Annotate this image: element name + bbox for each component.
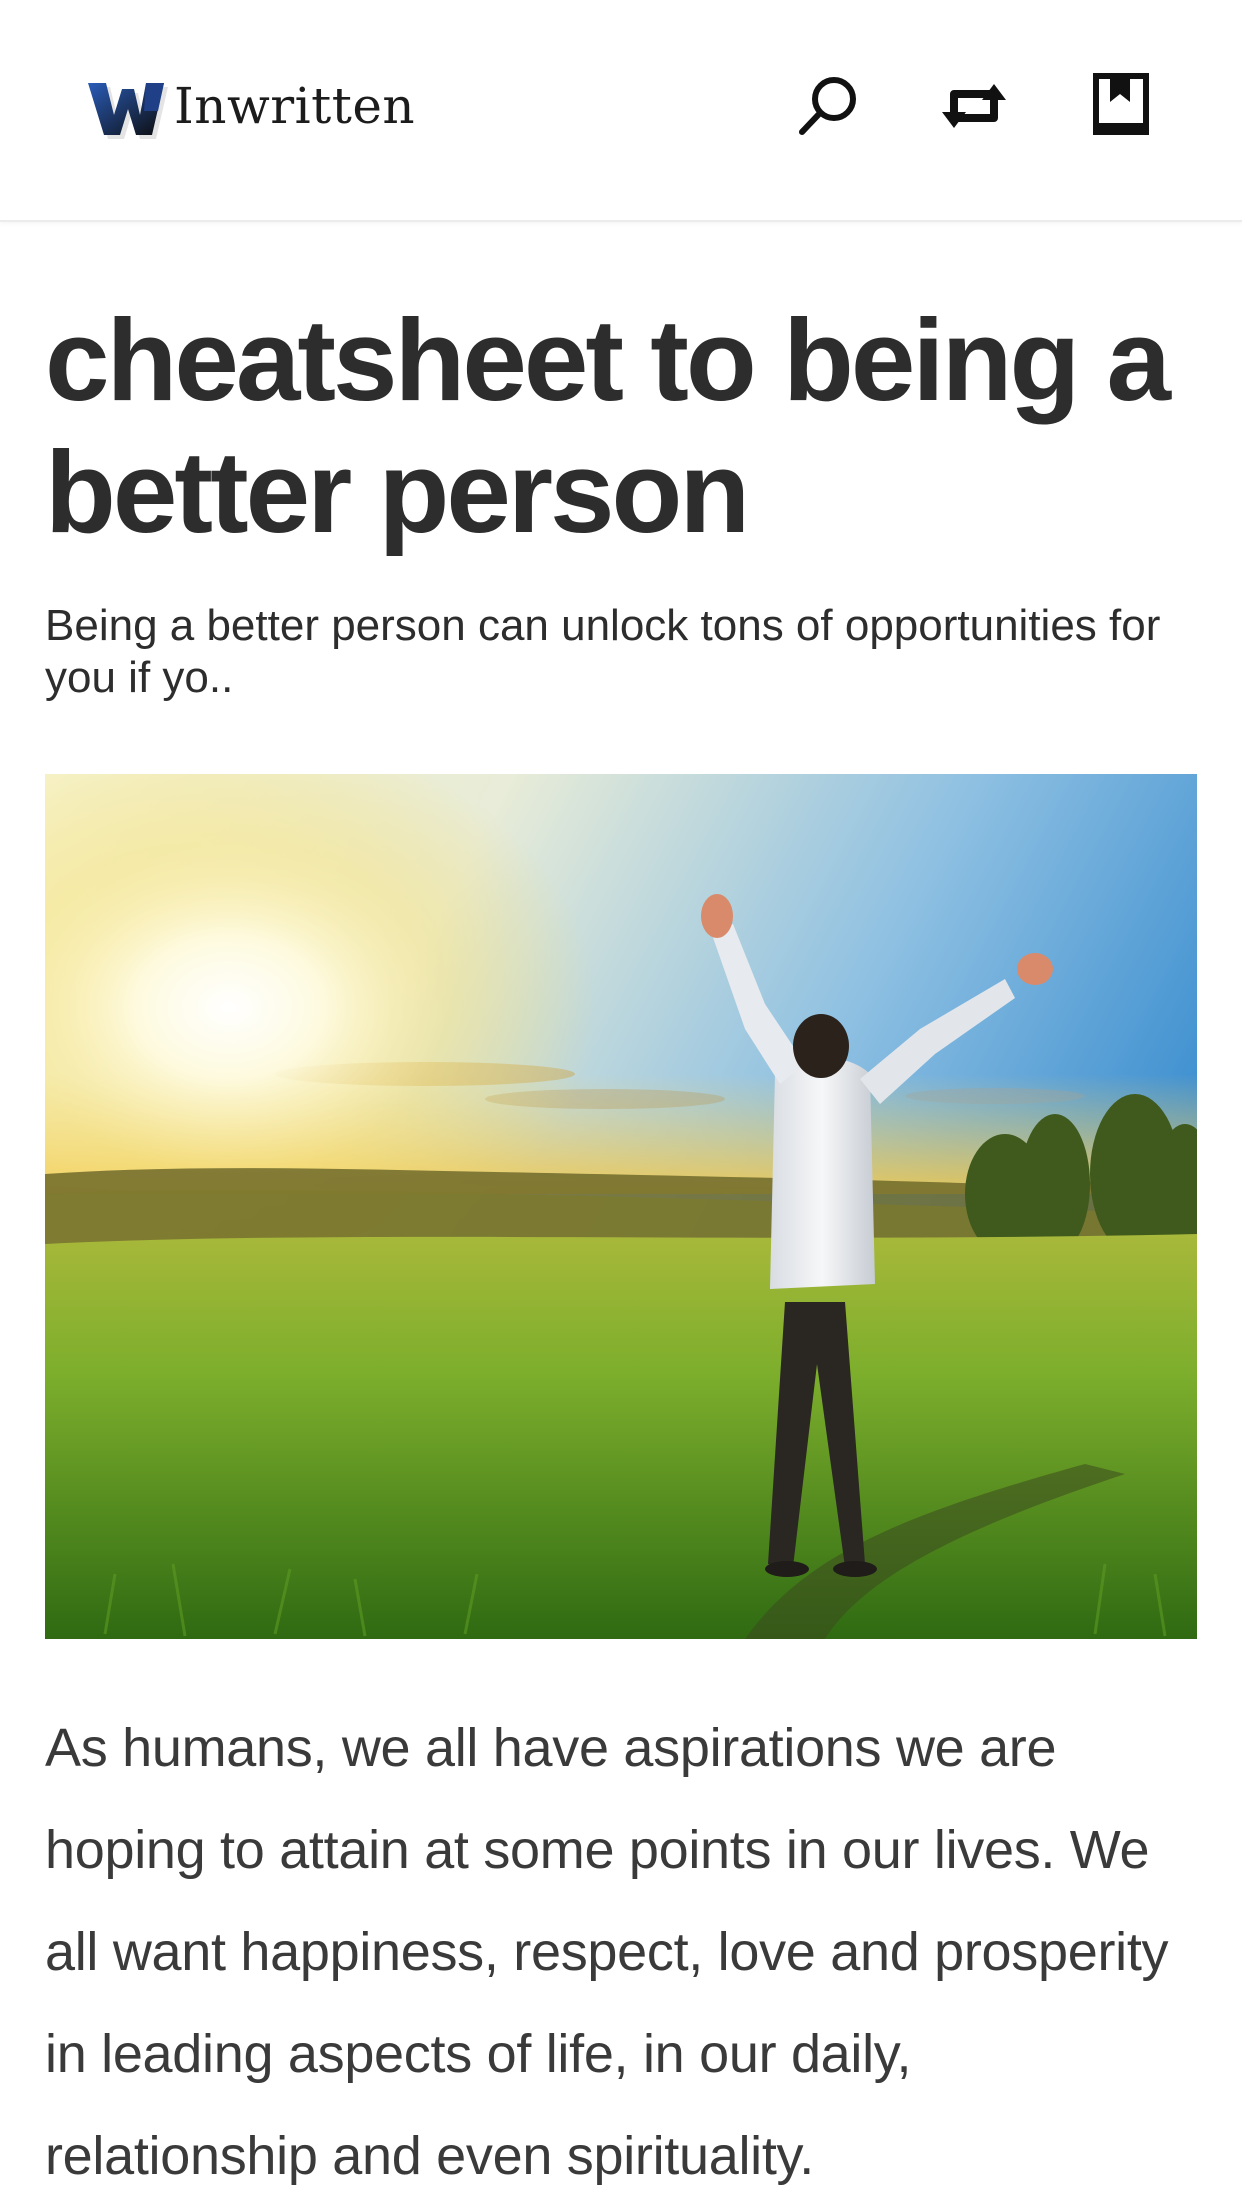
brand-logo[interactable]: Inwritten: [84, 70, 415, 142]
hero-illustration: [45, 774, 1197, 1639]
article-title: cheatsheet to being a better person: [45, 295, 1171, 557]
article-summary: Being a better person can unlock tons of…: [45, 601, 1161, 702]
search-button[interactable]: [788, 66, 868, 146]
article-body: As humans, we all have aspirations we ar…: [45, 1718, 1169, 2186]
article: cheatsheet to being a better person Bein…: [45, 222, 1197, 2207]
search-icon: [799, 77, 856, 135]
logo-mark-icon: [88, 83, 168, 139]
bookmark-icon: [1093, 73, 1149, 135]
refresh-icon: [942, 84, 1006, 128]
hero-image: [45, 774, 1197, 1639]
refresh-button[interactable]: [934, 66, 1014, 146]
bookmark-button[interactable]: [1082, 66, 1162, 146]
brand-name: Inwritten: [174, 77, 416, 135]
top-bar: Inwritten: [0, 0, 1242, 222]
